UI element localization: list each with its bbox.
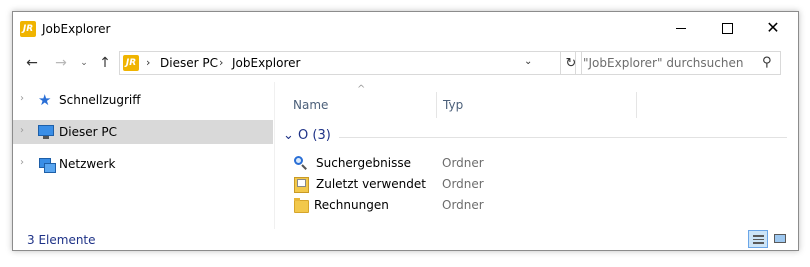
column-header-type[interactable]: Typ — [443, 98, 463, 122]
back-arrow-icon: ← — [26, 55, 38, 71]
sidebar-item-label: Schnellzugriff — [59, 93, 141, 107]
group-header[interactable]: ⌄ O (3) — [283, 128, 331, 143]
expand-chevron-icon[interactable]: › — [20, 93, 24, 104]
folder-icon — [293, 197, 309, 213]
address-bar[interactable]: JR › Dieser PC › JobExplorer ⌄ — [119, 51, 561, 75]
up-arrow-icon: ↑ — [99, 55, 111, 71]
navigation-bar: ← → ⌄ ↑ JR › Dieser PC › JobExplorer ⌄ ↻… — [13, 50, 798, 76]
recent-locations-button[interactable]: ⌄ — [76, 50, 92, 76]
item-name: Zuletzt verwendet — [316, 177, 426, 191]
search-box[interactable]: "JobExplorer" durchsuchen ⚲ — [575, 51, 781, 75]
search-results-icon — [293, 155, 309, 171]
star-icon: ★ — [38, 91, 52, 109]
breadcrumb-separator-icon[interactable]: › — [219, 56, 223, 69]
maximize-icon — [721, 22, 733, 34]
close-button[interactable]: ✕ — [750, 12, 796, 44]
forward-arrow-icon: → — [55, 55, 67, 71]
sidebar-item-schnellzugriff[interactable]: › ★ Schnellzugriff — [13, 88, 273, 112]
sidebar-item-dieser-pc[interactable]: › Dieser PC — [13, 120, 273, 144]
column-resize-handle[interactable] — [436, 92, 437, 118]
breadcrumb-item-jobexplorer[interactable]: JobExplorer — [232, 56, 300, 70]
group-divider — [339, 137, 787, 138]
list-item[interactable]: Zuletzt verwendet Ordner — [293, 174, 773, 194]
details-view-button[interactable] — [748, 230, 768, 248]
group-label: O (3) — [298, 128, 331, 143]
up-button[interactable]: ↑ — [93, 50, 117, 76]
back-button[interactable]: ← — [19, 50, 45, 76]
minimize-icon — [676, 27, 686, 29]
item-name: Suchergebnisse — [316, 156, 411, 170]
sidebar-item-label: Netzwerk — [59, 157, 116, 171]
item-name: Rechnungen — [314, 198, 389, 212]
sidebar-item-netzwerk[interactable]: › Netzwerk — [13, 152, 273, 176]
title-bar[interactable]: JR JobExplorer ✕ — [13, 12, 798, 44]
list-item[interactable]: Suchergebnisse Ordner — [293, 153, 773, 173]
maximize-button[interactable] — [704, 12, 750, 44]
expand-chevron-icon[interactable]: › — [20, 157, 24, 168]
breadcrumb-separator-icon[interactable]: › — [146, 56, 150, 69]
navigation-pane: › ★ Schnellzugriff › Dieser PC › Netzwer… — [13, 82, 273, 229]
close-icon: ✕ — [766, 18, 780, 37]
expand-chevron-icon[interactable]: › — [20, 125, 24, 136]
app-logo-icon: JR — [20, 21, 36, 37]
search-icon[interactable]: ⚲ — [762, 55, 772, 70]
minimize-button[interactable] — [658, 12, 704, 44]
sort-caret-icon: ^ — [357, 84, 366, 95]
column-resize-handle[interactable] — [636, 92, 637, 118]
forward-button[interactable]: → — [48, 50, 74, 76]
computer-icon — [38, 124, 54, 140]
breadcrumb-item-dieser-pc[interactable]: Dieser PC — [160, 56, 218, 70]
sidebar-item-label: Dieser PC — [59, 125, 117, 139]
window-title: JobExplorer — [42, 22, 111, 36]
search-input[interactable]: "JobExplorer" durchsuchen — [583, 56, 743, 70]
item-type: Ordner — [442, 198, 484, 212]
column-header-name[interactable]: Name — [293, 98, 328, 122]
item-count: 3 Elemente — [27, 233, 96, 247]
item-type: Ordner — [442, 177, 484, 191]
list-item[interactable]: Rechnungen Ordner — [293, 195, 773, 215]
explorer-window: JR JobExplorer ✕ ← → ⌄ ↑ JR › Dieser PC … — [12, 11, 799, 251]
recent-folder-icon — [293, 176, 309, 193]
status-bar: 3 Elemente — [13, 229, 798, 250]
group-chevron-icon: ⌄ — [283, 128, 294, 143]
item-type: Ordner — [442, 156, 484, 170]
address-dropdown-icon[interactable]: ⌄ — [524, 56, 532, 67]
large-icons-view-button[interactable] — [770, 230, 790, 248]
chevron-down-icon: ⌄ — [80, 58, 88, 68]
location-icon: JR — [123, 55, 139, 71]
large-icons-view-icon — [774, 234, 786, 243]
file-list: ^ Name Typ ⌄ O (3) Suchergebnisse Ordner… — [275, 76, 798, 229]
network-icon — [38, 156, 56, 173]
